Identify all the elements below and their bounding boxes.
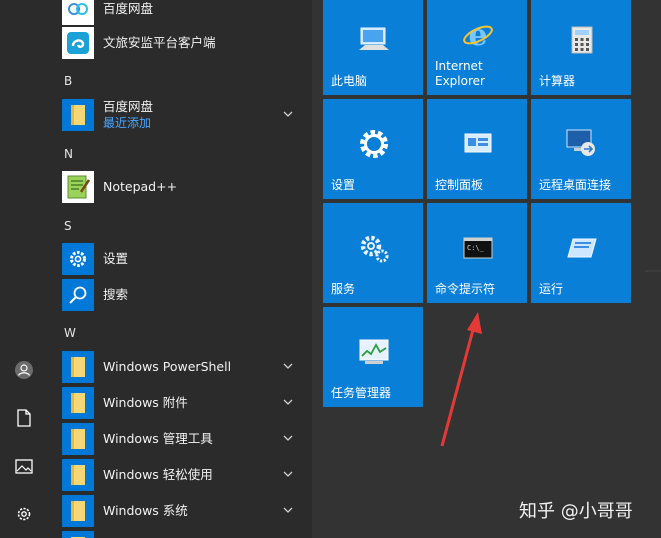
- group-letter-n[interactable]: N: [64, 147, 73, 161]
- wenlv-anjian-icon: [62, 27, 94, 59]
- chevron-down-icon[interactable]: [282, 360, 294, 372]
- tile-internet-explorer[interactable]: e Internet Explorer: [427, 0, 527, 95]
- tile-label: 控制面板: [435, 178, 484, 192]
- tile-remote-desktop[interactable]: 远程桌面连接: [531, 99, 631, 199]
- chevron-down-icon[interactable]: [282, 396, 294, 408]
- control-panel-icon: [459, 125, 497, 163]
- app-label: 百度网盘: [103, 99, 154, 114]
- tile-label: 远程桌面连接: [539, 178, 612, 192]
- notepad-plus-plus-icon: [62, 171, 94, 203]
- app-label: 百度网盘: [103, 1, 154, 16]
- recently-added-label: 最近添加: [103, 116, 152, 130]
- run-icon: [563, 229, 601, 267]
- tile-label: 命令提示符: [435, 282, 496, 296]
- tile-this-pc[interactable]: 此电脑: [323, 0, 423, 95]
- user-avatar-icon[interactable]: [12, 358, 36, 382]
- tile-label-line2: Explorer: [435, 74, 485, 88]
- app-label: Windows 附件: [103, 395, 188, 410]
- app-label: Windows 管理工具: [103, 431, 213, 446]
- app-windows-admin-tools[interactable]: Windows 管理工具: [62, 422, 308, 456]
- services-gear-icon: [355, 229, 393, 267]
- svg-text:C:\_: C:\_: [467, 244, 485, 252]
- computer-icon: [355, 21, 393, 59]
- red-arrow-annotation: [440, 312, 482, 447]
- svg-text:e: e: [468, 18, 487, 50]
- task-manager-icon: [355, 333, 393, 371]
- app-windows-accessories[interactable]: Windows 附件: [62, 386, 308, 420]
- app-partial: [62, 530, 308, 538]
- chevron-down-icon[interactable]: [282, 432, 294, 444]
- remote-desktop-icon: [563, 125, 601, 163]
- app-baidu-netdisk-top[interactable]: 百度网盘: [62, 0, 308, 26]
- tile-calculator[interactable]: 计算器: [531, 0, 631, 95]
- folder-icon: [62, 99, 94, 131]
- tile-run[interactable]: 运行: [531, 203, 631, 303]
- gear-icon: [355, 125, 393, 163]
- app-label: Notepad++: [103, 179, 178, 194]
- folder-icon: [62, 495, 94, 527]
- app-baidu-netdisk[interactable]: 百度网盘 最近添加: [62, 98, 308, 132]
- app-notepad-plus-plus[interactable]: Notepad++: [62, 170, 308, 204]
- tiles-panel: 此电脑 e Internet Explorer 计算器 设置 控制面板 远程桌面…: [312, 0, 661, 538]
- tile-label: 此电脑: [331, 74, 368, 88]
- app-windows-ease-of-access[interactable]: Windows 轻松使用: [62, 458, 308, 492]
- app-windows-powershell[interactable]: Windows PowerShell: [62, 350, 308, 384]
- app-wenlv-anjian[interactable]: 文旅安监平台客户端: [62, 26, 308, 60]
- group-letter-w[interactable]: W: [64, 326, 76, 340]
- tile-task-manager[interactable]: 任务管理器: [323, 307, 423, 407]
- folder-icon: [62, 459, 94, 491]
- left-rail: [0, 0, 48, 538]
- tile-settings[interactable]: 设置: [323, 99, 423, 199]
- group-letter-s[interactable]: S: [64, 219, 72, 233]
- app-search[interactable]: 搜索: [62, 278, 308, 312]
- tile-label: 计算器: [539, 74, 576, 88]
- baidu-netdisk-icon: [62, 0, 94, 25]
- app-label: Windows 轻松使用: [103, 467, 213, 482]
- tile-label: 任务管理器: [331, 386, 392, 400]
- app-label: Windows 系统: [103, 503, 188, 518]
- search-icon: [62, 279, 94, 311]
- folder-icon: [62, 387, 94, 419]
- chevron-down-icon[interactable]: [282, 504, 294, 516]
- folder-icon: [62, 531, 94, 538]
- divider: [645, 270, 661, 272]
- app-label: 搜索: [103, 287, 129, 302]
- tile-label-line1: Internet: [435, 59, 483, 73]
- tile-control-panel[interactable]: 控制面板: [427, 99, 527, 199]
- tile-label: 运行: [539, 282, 564, 296]
- chevron-down-icon[interactable]: [282, 468, 294, 480]
- pictures-icon[interactable]: [12, 454, 36, 478]
- app-settings[interactable]: 设置: [62, 242, 308, 276]
- documents-icon[interactable]: [12, 406, 36, 430]
- tile-label: 服务: [331, 282, 356, 296]
- folder-icon: [62, 423, 94, 455]
- gear-icon: [62, 243, 94, 275]
- folder-icon: [62, 351, 94, 383]
- command-prompt-icon: C:\_: [459, 229, 497, 267]
- app-label: 设置: [103, 251, 129, 266]
- app-windows-system[interactable]: Windows 系统: [62, 494, 308, 528]
- chevron-down-icon[interactable]: [282, 108, 294, 120]
- watermark: 知乎 @小哥哥: [519, 501, 633, 522]
- app-list: 百度网盘 文旅安监平台客户端 B 百度网盘 最近添加 N Notepad++ S…: [48, 0, 312, 538]
- tile-command-prompt[interactable]: C:\_ 命令提示符: [427, 203, 527, 303]
- calculator-icon: [563, 21, 601, 59]
- tile-services[interactable]: 服务: [323, 203, 423, 303]
- internet-explorer-icon: e: [459, 15, 497, 53]
- app-label: 文旅安监平台客户端: [103, 35, 216, 50]
- tile-label: 设置: [331, 178, 356, 192]
- settings-gear-icon[interactable]: [12, 502, 36, 526]
- group-letter-b[interactable]: B: [64, 74, 72, 88]
- app-label: Windows PowerShell: [103, 359, 232, 374]
